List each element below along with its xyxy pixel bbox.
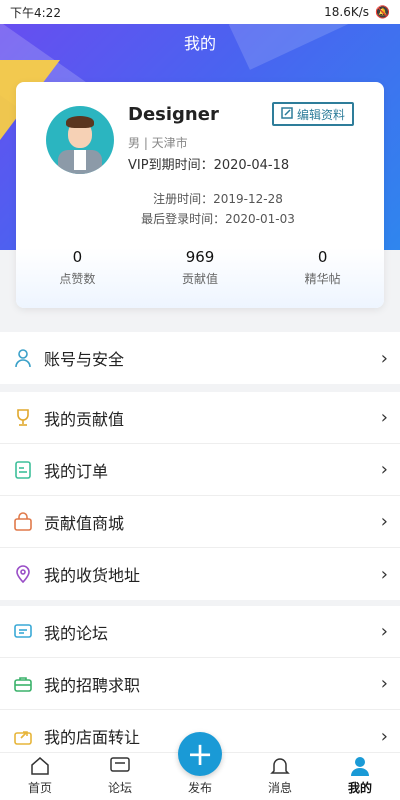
menu-item-mall[interactable]: 贡献值商城 › bbox=[0, 496, 400, 548]
menu-item-account-security[interactable]: 账号与安全 › bbox=[0, 332, 400, 384]
status-time: 下午4:22 bbox=[10, 5, 61, 20]
bell-icon bbox=[270, 758, 290, 774]
register-time: 注册时间：2019-12-28 bbox=[153, 192, 283, 206]
home-icon bbox=[31, 757, 49, 775]
menu-item-jobs[interactable]: 我的招聘求职 › bbox=[0, 658, 400, 710]
stat-likes[interactable]: 0 点赞数 bbox=[16, 248, 139, 287]
menu-item-forum[interactable]: 我的论坛 › bbox=[0, 606, 400, 658]
nav-label: 首页 bbox=[27, 781, 52, 795]
publish-button[interactable]: + bbox=[178, 732, 222, 776]
edit-profile-label: 编辑资料 bbox=[296, 107, 345, 122]
page-title: 我的 bbox=[183, 34, 216, 53]
stat-label: 精华帖 bbox=[304, 272, 341, 286]
nav-home[interactable]: 首页 bbox=[0, 753, 80, 800]
stat-featured[interactable]: 0 精华帖 bbox=[261, 248, 384, 287]
briefcase-icon bbox=[12, 673, 34, 695]
network-speed: 18.6K/s bbox=[324, 5, 370, 19]
stat-label: 贡献值 bbox=[182, 272, 219, 286]
profile-icon bbox=[351, 757, 369, 776]
order-icon bbox=[12, 459, 34, 481]
nav-label: 发布 bbox=[187, 781, 212, 795]
stat-value: 0 bbox=[317, 248, 328, 266]
vip-expiry: VIP到期时间：2020-04-18 bbox=[128, 158, 290, 173]
nav-profile[interactable]: 我的 bbox=[320, 753, 400, 800]
menu-item-label: 贡献值商城 bbox=[44, 513, 125, 533]
chevron-right-icon: › bbox=[380, 459, 388, 480]
chat-icon bbox=[12, 621, 34, 643]
stats-row: 0 点赞数 969 贡献值 0 精华帖 bbox=[16, 248, 384, 287]
menu-item-label: 我的论坛 bbox=[44, 623, 109, 643]
last-login-time: 最后登录时间：2020-01-03 bbox=[141, 212, 295, 226]
trophy-icon bbox=[12, 407, 34, 429]
chevron-right-icon: › bbox=[380, 673, 388, 694]
menu-item-label: 我的招聘求职 bbox=[44, 675, 141, 695]
menu-item-label: 我的收货地址 bbox=[44, 566, 141, 585]
menu-group-account: 账号与安全 › bbox=[0, 332, 400, 384]
gender-city: 男 | 天津市 bbox=[128, 136, 188, 150]
avatar[interactable] bbox=[46, 106, 114, 174]
menu-group-commerce: 我的贡献值 › 我的订单 › 贡献值商城 › 我的收货地址 › bbox=[0, 392, 400, 600]
status-bar: 下午4:22 18.6K/s 🔕 bbox=[0, 0, 400, 24]
edit-profile-button[interactable]: 编辑资料 bbox=[272, 102, 354, 126]
share-icon bbox=[12, 725, 34, 747]
shop-bag-icon bbox=[12, 511, 34, 533]
stat-value: 0 bbox=[72, 248, 83, 266]
user-name: Designer bbox=[128, 104, 219, 125]
menu-item-contribution[interactable]: 我的贡献值 › bbox=[0, 392, 400, 444]
chevron-right-icon: › bbox=[380, 347, 388, 369]
stat-label: 点赞数 bbox=[59, 272, 96, 286]
stat-value: 969 bbox=[185, 248, 215, 266]
menu-item-address[interactable]: 我的收货地址 › bbox=[0, 548, 400, 600]
menu-item-orders[interactable]: 我的订单 › bbox=[0, 444, 400, 496]
user-icon bbox=[12, 347, 34, 369]
nav-messages[interactable]: 消息 bbox=[240, 753, 320, 800]
chevron-right-icon: › bbox=[380, 621, 388, 642]
nav-label: 论坛 bbox=[107, 781, 132, 795]
nav-label: 消息 bbox=[267, 781, 292, 795]
nav-forum[interactable]: 论坛 bbox=[80, 753, 160, 800]
mute-icon: 🔕 bbox=[375, 5, 390, 19]
chevron-right-icon: › bbox=[380, 563, 388, 585]
nav-label: 我的 bbox=[347, 781, 372, 795]
chevron-right-icon: › bbox=[380, 511, 388, 532]
stat-contribution[interactable]: 969 贡献值 bbox=[139, 248, 262, 287]
edit-icon bbox=[281, 106, 293, 122]
plus-icon: + bbox=[186, 735, 214, 773]
menu-item-label: 我的订单 bbox=[44, 461, 109, 481]
menu-item-label: 账号与安全 bbox=[44, 350, 125, 369]
chevron-right-icon: › bbox=[380, 407, 388, 428]
profile-card: Designer 男 | 天津市 VIP到期时间：2020-04-18 编辑资料… bbox=[16, 82, 384, 308]
forum-icon bbox=[110, 757, 130, 772]
menu-item-label: 我的贡献值 bbox=[44, 409, 125, 429]
chevron-right-icon: › bbox=[380, 725, 388, 747]
location-icon bbox=[12, 563, 34, 585]
